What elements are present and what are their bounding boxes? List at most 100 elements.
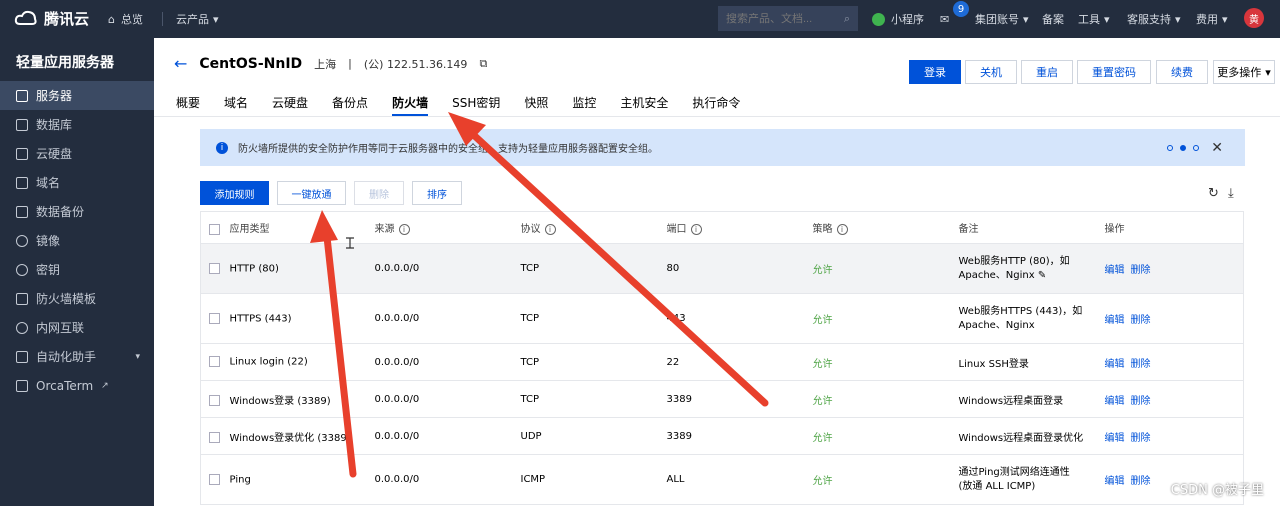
sort-button[interactable]: 排序 <box>412 181 462 205</box>
terminal-icon <box>16 379 28 392</box>
tab-host-security[interactable]: 主机安全 <box>620 94 668 116</box>
port-cell: 80 <box>666 243 813 294</box>
shutdown-button[interactable]: 关机 <box>965 60 1017 84</box>
support-menu[interactable]: 客服支持 ▾ <box>1127 0 1181 38</box>
sidebar-item-database[interactable]: 数据库 <box>0 110 154 139</box>
mini-program-icon <box>872 12 885 26</box>
tab-monitoring[interactable]: 监控 <box>572 94 596 116</box>
row-checkbox[interactable] <box>209 312 220 324</box>
reset-password-button[interactable]: 重置密码 <box>1077 60 1151 84</box>
help-icon[interactable]: i <box>690 224 702 235</box>
sidebar-item-intranet[interactable]: 内网互联 <box>0 313 154 342</box>
column-header-policy: 策略 i <box>812 211 959 244</box>
edit-link[interactable]: 编辑 <box>1105 359 1125 370</box>
edit-link[interactable]: 编辑 <box>1105 315 1125 326</box>
products-menu[interactable]: 云产品 ▾ <box>176 0 219 38</box>
carousel-dot[interactable] <box>1193 144 1199 151</box>
renew-button[interactable]: 续费 <box>1156 60 1208 84</box>
restart-button[interactable]: 重启 <box>1021 60 1073 84</box>
table-row[interactable]: Ping 0.0.0.0/0 ICMP ALL 允许 通过Ping测试网络连通性… <box>200 454 1244 505</box>
tab-ssh-keys[interactable]: SSH密钥 <box>452 94 500 116</box>
sidebar-item-label: 密钥 <box>36 263 61 277</box>
one-click-open-button[interactable]: 一键放通 <box>277 181 346 205</box>
help-icon[interactable]: i <box>836 224 848 235</box>
delete-button[interactable]: 删除 <box>354 181 404 205</box>
delete-link[interactable]: 删除 <box>1131 433 1151 444</box>
sidebar-item-label: 内网互联 <box>36 321 85 335</box>
sidebar-item-orcaterm[interactable]: OrcaTerm ↗ <box>0 371 154 400</box>
help-icon[interactable]: i <box>398 224 410 235</box>
tab-overview[interactable]: 概要 <box>176 94 200 116</box>
sidebar-item-automation[interactable]: 自动化助手 ▾ <box>0 342 154 371</box>
group-account-menu[interactable]: 集团账号 ▾ <box>975 0 1029 38</box>
sidebar-item-backup[interactable]: 数据备份 <box>0 197 154 226</box>
back-arrow-icon[interactable]: ← <box>174 54 187 73</box>
search-box[interactable]: ⌕ <box>718 6 858 31</box>
carousel-dots[interactable] <box>1167 144 1199 151</box>
edit-pencil-icon[interactable]: ✎ <box>1038 270 1046 281</box>
edit-link[interactable]: 编辑 <box>1105 476 1125 487</box>
policy-cell: 允许 <box>812 293 959 344</box>
tools-menu[interactable]: 工具 ▾ <box>1078 0 1110 38</box>
table-row[interactable]: HTTP (80) 0.0.0.0/0 TCP 80 允许 Web服务HTTP … <box>200 243 1244 294</box>
delete-link[interactable]: 删除 <box>1131 476 1151 487</box>
download-icon[interactable]: ⤓ <box>1228 186 1234 201</box>
table-row[interactable]: Windows登录 (3389) 0.0.0.0/0 TCP 3389 允许 W… <box>200 380 1244 418</box>
edit-link[interactable]: 编辑 <box>1105 433 1125 444</box>
refresh-icon[interactable]: ↻ <box>1208 186 1219 201</box>
row-checkbox[interactable] <box>209 432 220 443</box>
table-row[interactable]: HTTPS (443) 0.0.0.0/0 TCP 443 允许 Web服务HT… <box>200 293 1244 344</box>
carousel-dot[interactable] <box>1180 144 1186 151</box>
table-row[interactable]: Windows登录优化 (3389) 0.0.0.0/0 UDP 3389 允许… <box>200 417 1244 455</box>
tab-domain[interactable]: 域名 <box>224 94 248 116</box>
mini-program-label: 小程序 <box>891 13 924 26</box>
mini-program-link[interactable]: 小程序 <box>872 0 924 38</box>
filing-link[interactable]: 备案 <box>1042 0 1064 38</box>
carousel-dot[interactable] <box>1167 144 1173 151</box>
search-icon[interactable]: ⌕ <box>844 12 850 26</box>
sidebar-item-keys[interactable]: 密钥 <box>0 255 154 284</box>
sidebar-item-servers[interactable]: 服务器 <box>0 81 154 110</box>
more-actions-dropdown[interactable]: 更多操作 ▾ <box>1213 60 1275 84</box>
select-all-checkbox[interactable] <box>209 223 220 235</box>
login-button[interactable]: 登录 <box>909 60 961 84</box>
tab-disk[interactable]: 云硬盘 <box>272 94 308 116</box>
sidebar-item-image[interactable]: 镜像 <box>0 226 154 255</box>
row-checkbox[interactable] <box>209 473 220 485</box>
search-input[interactable] <box>726 12 826 25</box>
avatar[interactable]: 黄 <box>1244 8 1264 28</box>
sidebar-item-firewall-template[interactable]: 防火墙模板 <box>0 284 154 313</box>
tab-firewall[interactable]: 防火墙 <box>392 94 429 116</box>
delete-link[interactable]: 删除 <box>1131 265 1151 276</box>
table-row[interactable]: Linux login (22) 0.0.0.0/0 TCP 22 允许 Lin… <box>200 343 1244 381</box>
delete-link[interactable]: 删除 <box>1131 315 1151 326</box>
sidebar-item-disk[interactable]: 云硬盘 <box>0 139 154 168</box>
column-header-protocol: 协议 i <box>520 211 667 244</box>
brand-logo[interactable]: 腾讯云 <box>14 8 89 29</box>
domain-icon <box>16 176 28 189</box>
column-label: 协议 <box>520 224 541 235</box>
billing-menu[interactable]: 费用 ▾ <box>1196 0 1228 38</box>
edit-link[interactable]: 编辑 <box>1105 265 1125 276</box>
tab-snapshot[interactable]: 快照 <box>524 94 548 116</box>
row-checkbox[interactable] <box>209 356 220 368</box>
help-icon[interactable]: i <box>544 224 556 235</box>
overview-link[interactable]: ⌂ 总览 <box>108 0 143 38</box>
policy-cell: 允许 <box>812 380 959 418</box>
column-label: 操作 <box>1104 224 1125 235</box>
row-checkbox[interactable] <box>209 395 220 406</box>
delete-link[interactable]: 删除 <box>1131 396 1151 407</box>
messages-button[interactable]: ✉ <box>940 0 949 38</box>
tab-backup-point[interactable]: 备份点 <box>332 94 368 116</box>
tab-run-command[interactable]: 执行命令 <box>692 94 740 116</box>
key-icon <box>16 263 28 276</box>
edit-link[interactable]: 编辑 <box>1105 396 1125 407</box>
add-rule-button[interactable]: 添加规则 <box>200 181 269 205</box>
note-cell: 通过Ping测试网络连通性 (放通 ALL ICMP) <box>958 454 1105 505</box>
delete-link[interactable]: 删除 <box>1131 359 1151 370</box>
column-header-type: 应用类型 <box>200 211 375 244</box>
row-checkbox[interactable] <box>209 262 220 274</box>
close-icon[interactable]: ✕ <box>1211 140 1223 156</box>
copy-icon[interactable]: ⧉ <box>479 57 487 71</box>
sidebar-item-domain[interactable]: 域名 <box>0 168 154 197</box>
